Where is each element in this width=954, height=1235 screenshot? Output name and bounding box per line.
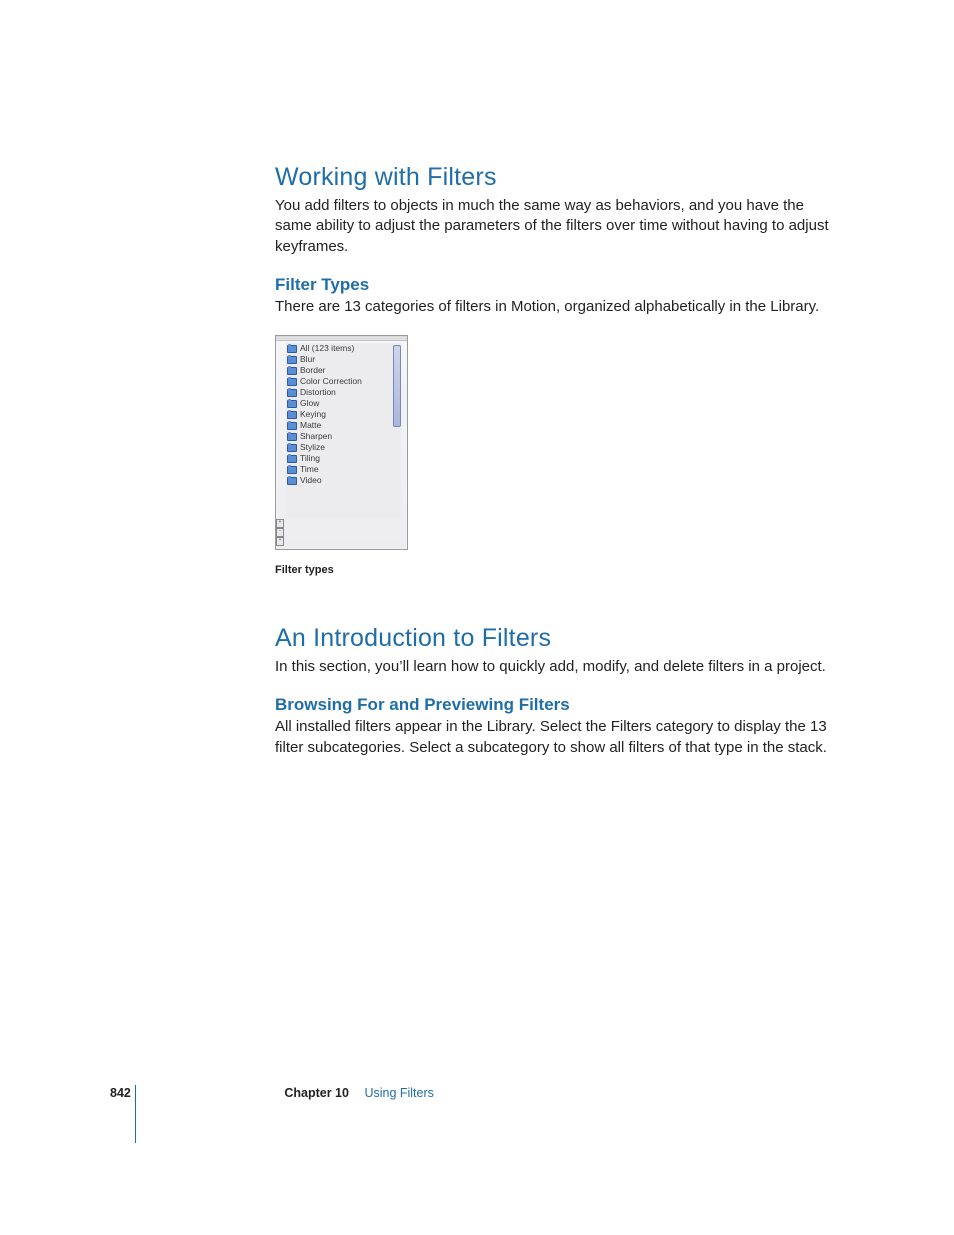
list-item[interactable]: Matte — [286, 420, 401, 431]
list-item-label: All (123 items) — [300, 343, 354, 354]
folder-icon — [287, 411, 297, 419]
folder-icon — [287, 356, 297, 364]
list-item-label: Glow — [300, 398, 319, 409]
paragraph-intro: You add filters to objects in much the s… — [275, 196, 835, 257]
add-button[interactable]: + — [276, 519, 284, 528]
list-item[interactable]: Time — [286, 464, 401, 475]
list-item-label: Color Correction — [300, 376, 362, 387]
list-item[interactable]: Color Correction — [286, 376, 401, 387]
list-item[interactable]: All (123 items) — [286, 343, 401, 354]
chapter-title: Using Filters — [364, 1086, 433, 1100]
list-item[interactable]: Blur — [286, 354, 401, 365]
scrollbar[interactable] — [393, 345, 401, 427]
list-item[interactable]: Stylize — [286, 442, 401, 453]
list-item-label: Border — [300, 365, 326, 376]
list-item[interactable]: Border — [286, 365, 401, 376]
library-list: All (123 items) Blur Border Color Correc… — [286, 343, 401, 519]
list-item-label: Time — [300, 464, 319, 475]
heading-intro-to-filters: An Introduction to Filters — [275, 624, 835, 653]
paragraph-intro2: In this section, you’ll learn how to qui… — [275, 657, 835, 677]
list-item-label: Keying — [300, 409, 326, 420]
content-column: Working with Filters You add filters to … — [275, 163, 835, 776]
list-item-label: Matte — [300, 420, 321, 431]
folder-icon — [287, 466, 297, 474]
folder-icon — [287, 444, 297, 452]
folder-icon — [287, 422, 297, 430]
remove-button[interactable]: - — [276, 528, 284, 537]
library-footer-controls: + - • — [276, 519, 282, 549]
list-item-label: Tiling — [300, 453, 320, 464]
figure-caption: Filter types — [275, 564, 835, 576]
figure-library: All (123 items) Blur Border Color Correc… — [275, 335, 835, 576]
action-button[interactable]: • — [276, 537, 284, 546]
list-item[interactable]: Sharpen — [286, 431, 401, 442]
chapter-number: Chapter 10 — [284, 1086, 349, 1100]
list-item-label: Stylize — [300, 442, 325, 453]
list-item-label: Video — [300, 475, 322, 486]
page-number: 842 — [110, 1086, 131, 1100]
page: Working with Filters You add filters to … — [0, 0, 954, 1235]
folder-icon — [287, 367, 297, 375]
list-item[interactable]: Video — [286, 475, 401, 486]
subheading-browsing: Browsing For and Previewing Filters — [275, 695, 835, 715]
folder-icon — [287, 433, 297, 441]
paragraph-filter-types: There are 13 categories of filters in Mo… — [275, 297, 835, 317]
folder-icon — [287, 378, 297, 386]
list-item[interactable]: Tiling — [286, 453, 401, 464]
list-item[interactable]: Distortion — [286, 387, 401, 398]
folder-icon — [287, 389, 297, 397]
subheading-filter-types: Filter Types — [275, 275, 835, 295]
list-item-label: Blur — [300, 354, 315, 365]
list-item[interactable]: Glow — [286, 398, 401, 409]
page-footer: 842 Chapter 10 Using Filters — [110, 1086, 850, 1100]
list-item[interactable]: Keying — [286, 409, 401, 420]
folder-icon — [287, 455, 297, 463]
list-item-label: Distortion — [300, 387, 336, 398]
paragraph-browsing: All installed filters appear in the Libr… — [275, 717, 835, 758]
list-item-label: Sharpen — [300, 431, 332, 442]
folder-icon — [287, 345, 297, 353]
library-header — [276, 336, 407, 341]
folder-icon — [287, 477, 297, 485]
heading-working-with-filters: Working with Filters — [275, 163, 835, 192]
library-panel: All (123 items) Blur Border Color Correc… — [275, 335, 408, 550]
folder-icon — [287, 400, 297, 408]
